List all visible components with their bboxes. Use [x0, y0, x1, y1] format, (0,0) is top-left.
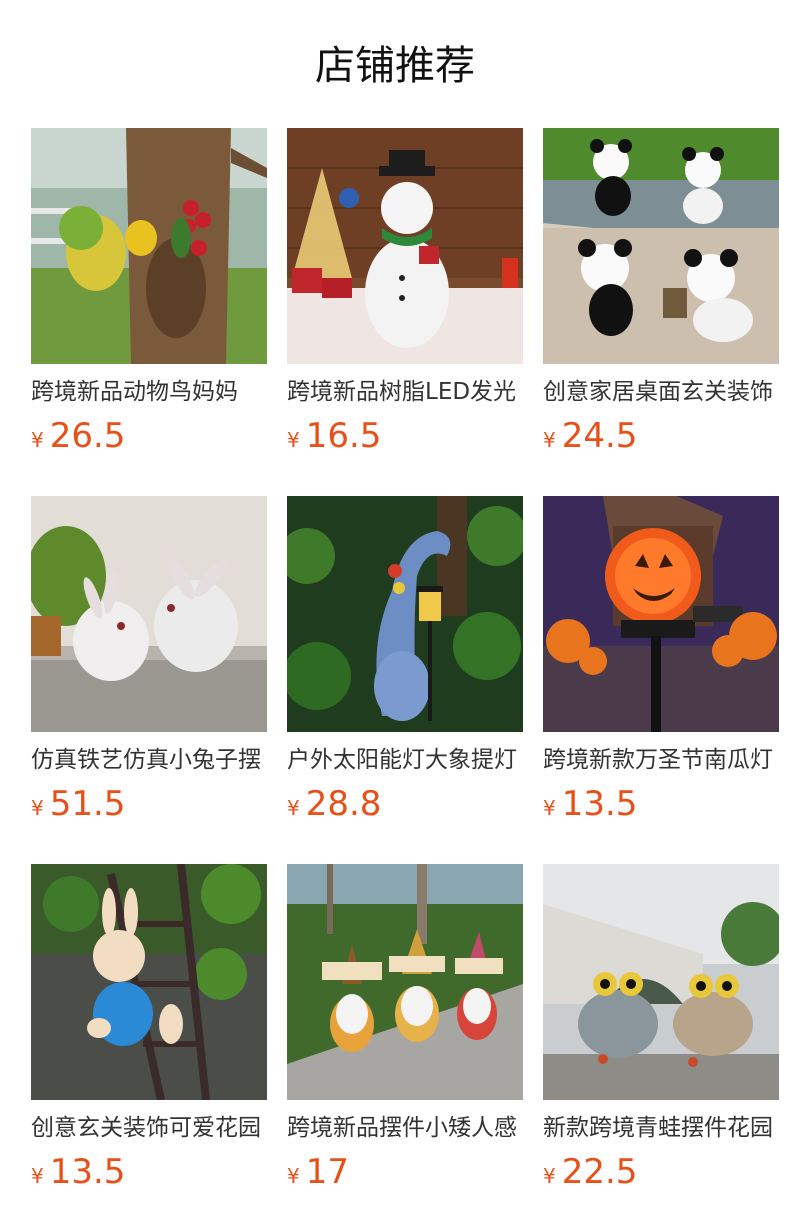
currency-symbol: ¥ — [287, 1164, 300, 1188]
product-grid: 跨境新品动物鸟妈妈 ¥26.5 跨境新品树脂LED发光 ¥ 16.5 创意家居桌… — [31, 128, 779, 1192]
currency-symbol: ¥ — [31, 1164, 44, 1188]
product-card[interactable]: 新款跨境青蛙摆件花园 ¥22.5 — [543, 864, 779, 1192]
product-card[interactable]: 跨境新品摆件小矮人感 ¥17 — [287, 864, 523, 1192]
price-value: 28.8 — [305, 784, 382, 824]
currency-symbol: ¥ — [543, 428, 556, 452]
product-price: ¥24.5 — [543, 416, 637, 456]
product-card[interactable]: 户外太阳能灯大象提灯 ¥28.8 — [287, 496, 523, 824]
product-price: ¥28.8 — [287, 784, 381, 824]
price-value: 13.5 — [561, 784, 638, 824]
product-image[interactable] — [31, 864, 267, 1100]
product-card[interactable]: 跨境新品动物鸟妈妈 ¥26.5 — [31, 128, 267, 456]
product-price: ¥13.5 — [31, 1152, 125, 1192]
product-name[interactable]: 跨境新品动物鸟妈妈 — [31, 377, 267, 407]
product-card[interactable]: 创意家居桌面玄关装饰 ¥24.5 — [543, 128, 779, 456]
page-title: 店铺推荐 — [315, 43, 475, 89]
product-name[interactable]: 新款跨境青蛙摆件花园 — [543, 1113, 779, 1143]
price-value: 17 — [305, 1152, 349, 1192]
product-card[interactable]: 跨境新款万圣节南瓜灯 ¥13.5 — [543, 496, 779, 824]
product-name[interactable]: 仿真铁艺仿真小兔子摆 — [31, 745, 267, 775]
product-price: ¥26.5 — [31, 416, 125, 456]
product-name[interactable]: 跨境新品树脂LED发光 — [287, 377, 523, 407]
price-value: 24.5 — [561, 416, 638, 456]
product-price: ¥51.5 — [31, 784, 125, 824]
product-name[interactable]: 户外太阳能灯大象提灯 — [287, 745, 523, 775]
product-name[interactable]: 创意家居桌面玄关装饰 — [543, 377, 779, 407]
product-price: ¥13.5 — [543, 784, 637, 824]
product-price: ¥16.5 — [287, 416, 381, 456]
currency-symbol: ¥ — [31, 428, 44, 452]
currency-symbol: ¥ — [31, 796, 44, 820]
price-value: 13.5 — [49, 1152, 126, 1192]
currency-symbol: ¥ — [543, 1164, 556, 1188]
product-image[interactable] — [287, 128, 523, 364]
product-image[interactable] — [287, 864, 523, 1100]
currency-symbol: ¥ — [287, 428, 300, 452]
price-value: 26.5 — [49, 416, 126, 456]
product-name[interactable]: 跨境新款万圣节南瓜灯 — [543, 745, 779, 775]
price-value: 22.5 — [561, 1152, 638, 1192]
price-value: 51.5 — [49, 784, 126, 824]
product-price: ¥17 — [287, 1152, 349, 1192]
product-image[interactable] — [543, 864, 779, 1100]
product-image[interactable] — [31, 128, 267, 364]
product-card[interactable]: 仿真铁艺仿真小兔子摆 ¥51.5 — [31, 496, 267, 824]
product-card[interactable]: 创意玄关装饰可爱花园 ¥13.5 — [31, 864, 267, 1192]
product-image[interactable] — [31, 496, 267, 732]
price-value: 16.5 — [305, 416, 382, 456]
product-image[interactable] — [287, 496, 523, 732]
product-image[interactable] — [543, 128, 779, 364]
product-price: ¥22.5 — [543, 1152, 637, 1192]
product-name[interactable]: 创意玄关装饰可爱花园 — [31, 1113, 267, 1143]
currency-symbol: ¥ — [287, 796, 300, 820]
product-card[interactable]: 跨境新品树脂LED发光 ¥16.5 — [287, 128, 523, 456]
currency-symbol: ¥ — [543, 796, 556, 820]
product-name[interactable]: 跨境新品摆件小矮人感 — [287, 1113, 523, 1143]
product-image[interactable] — [543, 496, 779, 732]
